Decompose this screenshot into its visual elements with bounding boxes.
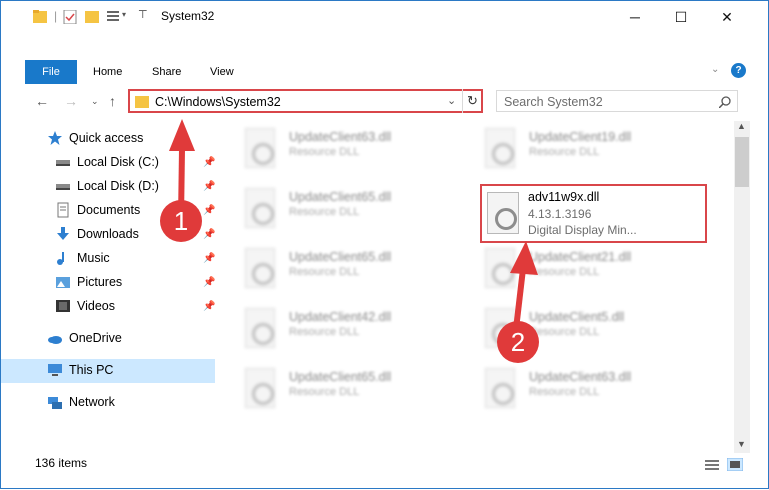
arrow-1-head-icon	[169, 119, 195, 151]
step-1-callout: 1	[160, 200, 202, 242]
annotation-overlay	[169, 119, 538, 330]
arrow-2-head-icon	[510, 241, 538, 275]
explorer-window: | ▾ ⊤ System32 ─ ☐ ✕ File Home Share Vie…	[0, 0, 769, 489]
arrow-2-shaft	[513, 268, 526, 330]
step-2-callout: 2	[497, 321, 539, 363]
